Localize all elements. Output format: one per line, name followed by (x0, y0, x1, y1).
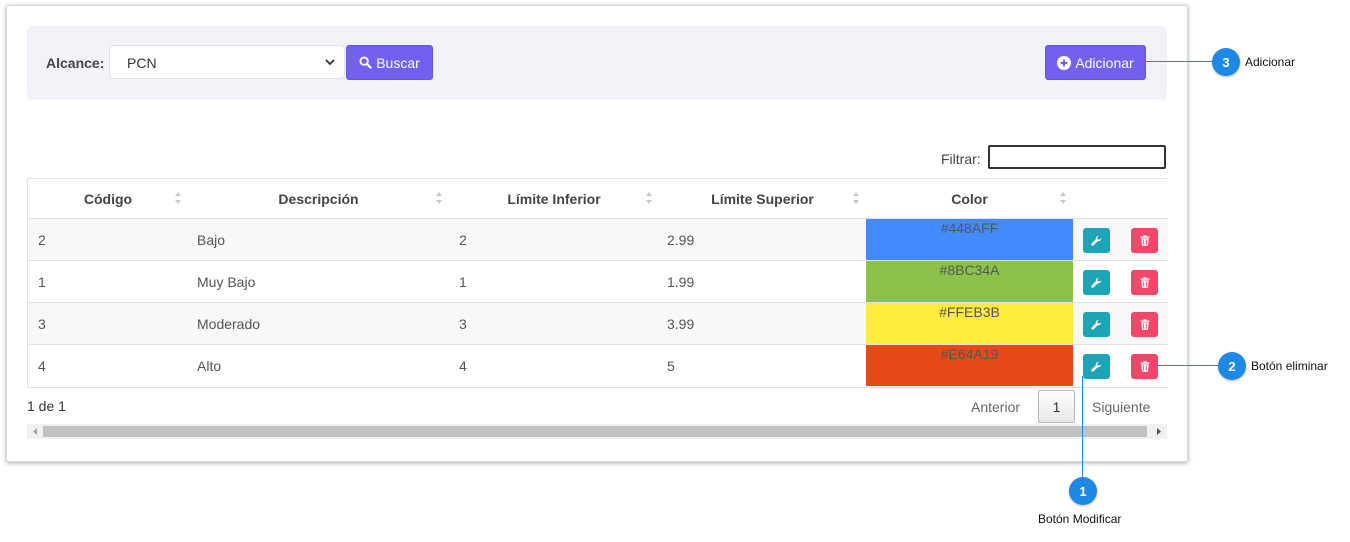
trash-icon (1140, 319, 1149, 330)
search-button-label: Buscar (376, 54, 420, 71)
callout-badge-2: 2 (1218, 352, 1246, 380)
next-page-button[interactable]: Siguiente (1092, 399, 1150, 415)
wrench-icon (1091, 361, 1102, 372)
filter-input[interactable] (988, 145, 1166, 169)
header-limite-superior[interactable]: Límite Superior (659, 179, 866, 218)
table-row: 4 Alto 4 5 #E64A19 (28, 345, 1168, 386)
table-header: Código Descripción Límite Inferior Límit… (28, 179, 1168, 219)
delete-button[interactable] (1131, 354, 1158, 379)
delete-button[interactable] (1131, 228, 1158, 253)
chevron-down-icon (325, 59, 335, 66)
cell-upper: 5 (667, 358, 675, 374)
cell-lower: 1 (459, 274, 467, 290)
sort-icon (853, 192, 859, 204)
callout-label-2: Botón eliminar (1251, 359, 1328, 373)
table-row: 3 Moderado 3 3.99 #FFEB3B (28, 303, 1168, 345)
table-row: 1 Muy Bajo 1 1.99 #8BC34A (28, 261, 1168, 303)
trash-icon (1140, 361, 1149, 372)
callout-line-1 (1082, 376, 1083, 478)
sort-icon (646, 192, 652, 204)
scroll-left-icon[interactable] (31, 427, 39, 436)
cell-color: #8BC34A (866, 261, 1073, 302)
add-button[interactable]: Adicionar (1045, 45, 1146, 80)
header-limite-superior-label: Límite Superior (711, 190, 814, 207)
horizontal-scrollbar[interactable] (27, 424, 1167, 439)
pagination-info: 1 de 1 (27, 398, 66, 414)
cell-lower: 3 (459, 316, 467, 332)
delete-button[interactable] (1131, 312, 1158, 337)
cell-description: Bajo (197, 232, 226, 248)
panel-card: Alcance: PCN Buscar Adicionar Filtrar: C… (6, 5, 1188, 462)
scope-label: Alcance: (46, 55, 105, 71)
color-code: #FFEB3B (939, 304, 1000, 320)
cell-code: 1 (38, 274, 46, 290)
callout-line-3 (1146, 61, 1216, 62)
cell-upper: 3.99 (667, 316, 695, 332)
scope-select-value: PCN (127, 55, 157, 71)
edit-button[interactable] (1083, 228, 1110, 253)
callout-line-2 (1156, 365, 1218, 366)
callout-label-3: Adicionar (1245, 55, 1296, 69)
cell-description: Moderado (197, 316, 261, 332)
page-button-1[interactable]: 1 (1038, 390, 1075, 423)
sort-icon (1060, 192, 1066, 204)
color-code: #E64A19 (940, 346, 999, 362)
search-button[interactable]: Buscar (346, 45, 433, 80)
previous-page-button[interactable]: Anterior (971, 399, 1020, 415)
callout-label-1: Botón Modificar (1038, 512, 1122, 526)
sort-icon (175, 192, 181, 204)
header-color[interactable]: Color (866, 179, 1073, 218)
cell-color: #FFEB3B (866, 303, 1073, 344)
search-toolbar: Alcance: PCN Buscar Adicionar (27, 26, 1167, 100)
wrench-icon (1091, 319, 1102, 330)
search-icon (359, 56, 372, 69)
cell-code: 3 (38, 316, 46, 332)
callout-badge-1: 1 (1069, 477, 1097, 505)
add-button-label: Adicionar (1075, 54, 1134, 71)
cell-color: #448AFF (866, 219, 1073, 260)
edit-button[interactable] (1083, 312, 1110, 337)
scroll-right-icon[interactable] (1155, 427, 1163, 436)
header-descripcion[interactable]: Descripción (188, 179, 449, 218)
cell-description: Muy Bajo (197, 274, 256, 290)
header-codigo[interactable]: Código (28, 179, 188, 218)
sort-icon (436, 192, 442, 204)
header-limite-inferior[interactable]: Límite Inferior (449, 179, 659, 218)
cell-code: 4 (38, 358, 46, 374)
filter-label: Filtrar: (941, 151, 981, 167)
header-limite-inferior-label: Límite Inferior (507, 190, 601, 207)
wrench-icon (1091, 277, 1102, 288)
scrollbar-thumb[interactable] (43, 426, 1147, 437)
header-color-label: Color (951, 190, 988, 207)
trash-icon (1140, 277, 1149, 288)
cell-color: #E64A19 (866, 345, 1073, 386)
levels-table: Código Descripción Límite Inferior Límit… (27, 178, 1168, 388)
cell-description: Alto (197, 358, 222, 374)
color-code: #8BC34A (939, 262, 1000, 278)
plus-circle-icon (1057, 55, 1072, 70)
cell-upper: 2.99 (667, 232, 695, 248)
cell-code: 2 (38, 232, 46, 248)
wrench-icon (1091, 235, 1102, 246)
header-codigo-label: Código (83, 190, 133, 207)
scope-select[interactable]: PCN (109, 45, 345, 79)
cell-upper: 1.99 (667, 274, 695, 290)
header-descripcion-label: Descripción (278, 190, 359, 207)
callout-badge-3: 3 (1212, 48, 1240, 76)
table-row: 2 Bajo 2 2.99 #448AFF (28, 219, 1168, 261)
edit-button[interactable] (1083, 354, 1110, 379)
cell-lower: 2 (459, 232, 467, 248)
trash-icon (1140, 235, 1149, 246)
cell-lower: 4 (459, 358, 467, 374)
color-code: #448AFF (940, 220, 999, 236)
delete-button[interactable] (1131, 270, 1158, 295)
edit-button[interactable] (1083, 270, 1110, 295)
